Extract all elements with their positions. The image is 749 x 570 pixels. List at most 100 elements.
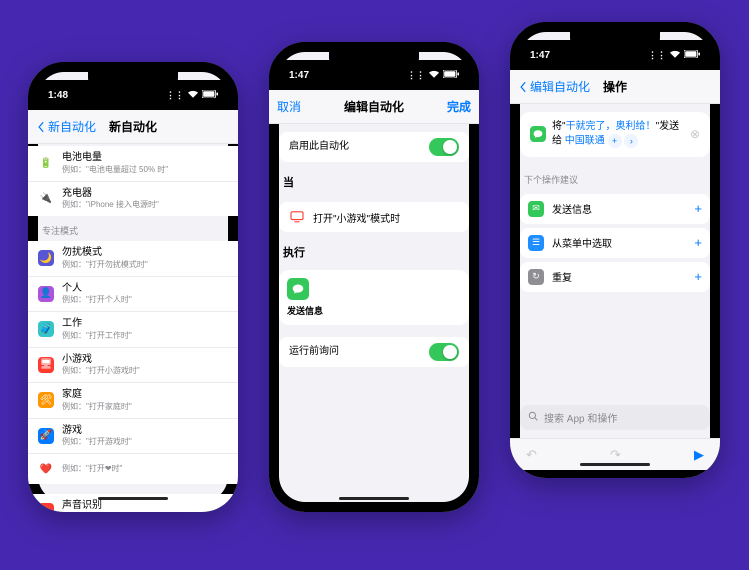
status-bar: 1:47 ⋮⋮	[510, 40, 720, 70]
work-icon: 🧳	[38, 321, 54, 337]
action-card[interactable]: 将"干就完了，奥利给！"发送给 中国联通 + › ⊗	[520, 112, 710, 157]
content[interactable]: 启用此自动化 当 打开"小游戏"模式时 执行 发送信息 运行前询问	[269, 124, 479, 512]
enable-automation-label: 启用此自动化	[289, 141, 421, 154]
list-item-title: 个人	[62, 283, 228, 296]
tools-icon: 🛠	[38, 392, 54, 408]
nav-title: 操作	[603, 78, 627, 95]
list-item-title: 工作	[62, 318, 228, 331]
enable-automation-row: 启用此自动化	[279, 132, 469, 162]
ask-before-run-toggle[interactable]	[429, 343, 459, 361]
remove-action-button[interactable]: ⊗	[690, 127, 700, 141]
messages-icon	[287, 278, 309, 300]
card-pre: 将"	[552, 121, 566, 132]
list-item-subtitle: 例如："iPhone 接入电源时"	[62, 200, 228, 210]
search-icon	[528, 411, 538, 424]
battery-icon	[684, 50, 700, 60]
list-item-subtitle: 例如："打开家庭时"	[62, 402, 228, 412]
suggestion-label: 重复	[552, 269, 572, 284]
list-item[interactable]: ❤️ 例如："打开❤时"	[28, 454, 238, 484]
home-indicator[interactable]	[339, 497, 409, 500]
ask-before-run-row: 运行前询问	[279, 337, 469, 367]
nav-back-label: 新自动化	[48, 118, 96, 135]
content[interactable]: 🔋电池电量例如："电池电量超过 50% 时"🔌充电器例如："iPhone 接入电…	[28, 144, 238, 512]
list-item[interactable]: 🧳 工作例如："打开工作时"	[28, 312, 238, 348]
when-condition-row[interactable]: 打开"小游戏"模式时	[279, 202, 469, 232]
heart-icon: ❤️	[38, 461, 54, 477]
status-bar: 1:48 ⋮⋮	[28, 80, 238, 110]
list-item-subtitle: 例如："打开❤时"	[62, 464, 228, 474]
list-item-title: 声音识别	[62, 500, 228, 512]
list-item-subtitle: 例如："打开工作时"	[62, 331, 228, 341]
home-indicator[interactable]	[580, 463, 650, 466]
nav-bar: 新自动化 新自动化	[28, 110, 238, 144]
display-icon	[289, 209, 305, 225]
menu-icon: ☰	[528, 235, 544, 251]
list-item[interactable]: 🔋电池电量例如："电池电量超过 50% 时"	[28, 146, 238, 182]
wifi-icon	[188, 90, 198, 100]
list-item-title: 充电器	[62, 188, 228, 201]
suggestion-row[interactable]: ↻重复+	[520, 262, 710, 292]
nav-cancel-button[interactable]: 取消	[277, 98, 301, 115]
exec-action-label: 发送信息	[287, 304, 323, 317]
suggestion-label: 从菜单中选取	[552, 235, 612, 250]
nav-title: 新自动化	[109, 118, 157, 135]
add-recipient-button[interactable]: +	[608, 134, 622, 148]
home-indicator[interactable]	[98, 497, 168, 500]
suggestion-row[interactable]: ✉ 发送信息 +	[520, 194, 710, 224]
phone-edit-automation: 1:47 ⋮⋮ 取消 编辑自动化 完成 启用此自动化 当 打开"小游戏"模式时	[269, 42, 479, 512]
nav-bar: 取消 编辑自动化 完成	[269, 90, 479, 124]
card-message-token[interactable]: 干就完了，奥利给！	[566, 121, 656, 132]
phone-actions: 1:47 ⋮⋮ 编辑自动化 操作 将"干就完了，奥利给！"发送给 中国联通 + …	[510, 22, 720, 478]
when-header: 当	[269, 170, 479, 194]
person-icon: 👤	[38, 286, 54, 302]
list-item-title: 游戏	[62, 425, 228, 438]
list-item[interactable]: 🌙勿扰模式例如："打开勿扰模式时"	[28, 241, 238, 277]
list-item[interactable]: 🖥小游戏例如："打开小游戏时"	[28, 348, 238, 384]
status-right: ⋮⋮	[648, 50, 700, 61]
list-item[interactable]: 👤 个人例如："打开个人时"	[28, 277, 238, 313]
nav-back-button[interactable]: 编辑自动化	[518, 78, 590, 95]
status-time: 1:47	[530, 50, 550, 61]
nav-back-label: 编辑自动化	[530, 78, 590, 95]
status-bar: 1:47 ⋮⋮	[269, 60, 479, 90]
notch	[329, 50, 419, 72]
wifi-icon	[429, 70, 439, 80]
moon-icon: 🌙	[38, 250, 54, 266]
nav-back-button[interactable]: 新自动化	[36, 118, 96, 135]
list-item-subtitle: 例如："打开小游戏时"	[62, 366, 228, 376]
search-placeholder: 搜索 App 和操作	[544, 410, 617, 425]
display-icon: 🖥	[38, 357, 54, 373]
expand-button[interactable]: ›	[624, 134, 638, 148]
add-suggestion-button[interactable]: +	[694, 235, 702, 250]
list-item[interactable]: 🚀 游戏例如："打开游戏时"	[28, 419, 238, 455]
status-right: ⋮⋮	[166, 90, 218, 101]
card-recipient-token[interactable]: 中国联通	[565, 136, 605, 147]
undo-button[interactable]: ↶	[526, 447, 537, 463]
status-time: 1:47	[289, 70, 309, 81]
nav-done-button[interactable]: 完成	[447, 98, 471, 115]
search-field[interactable]: 搜索 App 和操作	[520, 405, 710, 430]
list-item[interactable]: 🔌充电器例如："iPhone 接入电源时"	[28, 182, 238, 217]
nav-title: 编辑自动化	[344, 98, 404, 115]
messages-icon	[530, 126, 546, 142]
list-item-subtitle: 例如："打开个人时"	[62, 295, 228, 305]
suggestions-header: 下个操作建议	[510, 165, 720, 190]
redo-button[interactable]: ↷	[610, 447, 621, 463]
messages-icon: ✉	[528, 201, 544, 217]
play-button[interactable]: ▶	[694, 447, 704, 463]
suggestion-label: 发送信息	[552, 201, 592, 216]
add-suggestion-button[interactable]: +	[694, 269, 702, 284]
sound-icon: 〰	[38, 503, 54, 512]
enable-automation-toggle[interactable]	[429, 138, 459, 156]
list-item-title: 家庭	[62, 389, 228, 402]
list-item-subtitle: 例如："打开游戏时"	[62, 437, 228, 447]
content[interactable]: 将"干就完了，奥利给！"发送给 中国联通 + › ⊗ 下个操作建议 ✉ 发送信息 +…	[510, 104, 720, 478]
suggestion-row[interactable]: ☰ 从菜单中选取 +	[520, 228, 710, 258]
battery-icon	[202, 90, 218, 100]
phone-new-automation: 1:48 ⋮⋮ 新自动化 新自动化 🔋电池电量例如："电池电量超过 50% 时"…	[28, 62, 238, 512]
add-suggestion-button[interactable]: +	[694, 201, 702, 216]
rocket-icon: 🚀	[38, 428, 54, 444]
exec-action-tile[interactable]: 发送信息	[279, 270, 469, 325]
list-item[interactable]: 🛠 家庭例如："打开家庭时"	[28, 383, 238, 419]
nav-bar: 编辑自动化 操作	[510, 70, 720, 104]
